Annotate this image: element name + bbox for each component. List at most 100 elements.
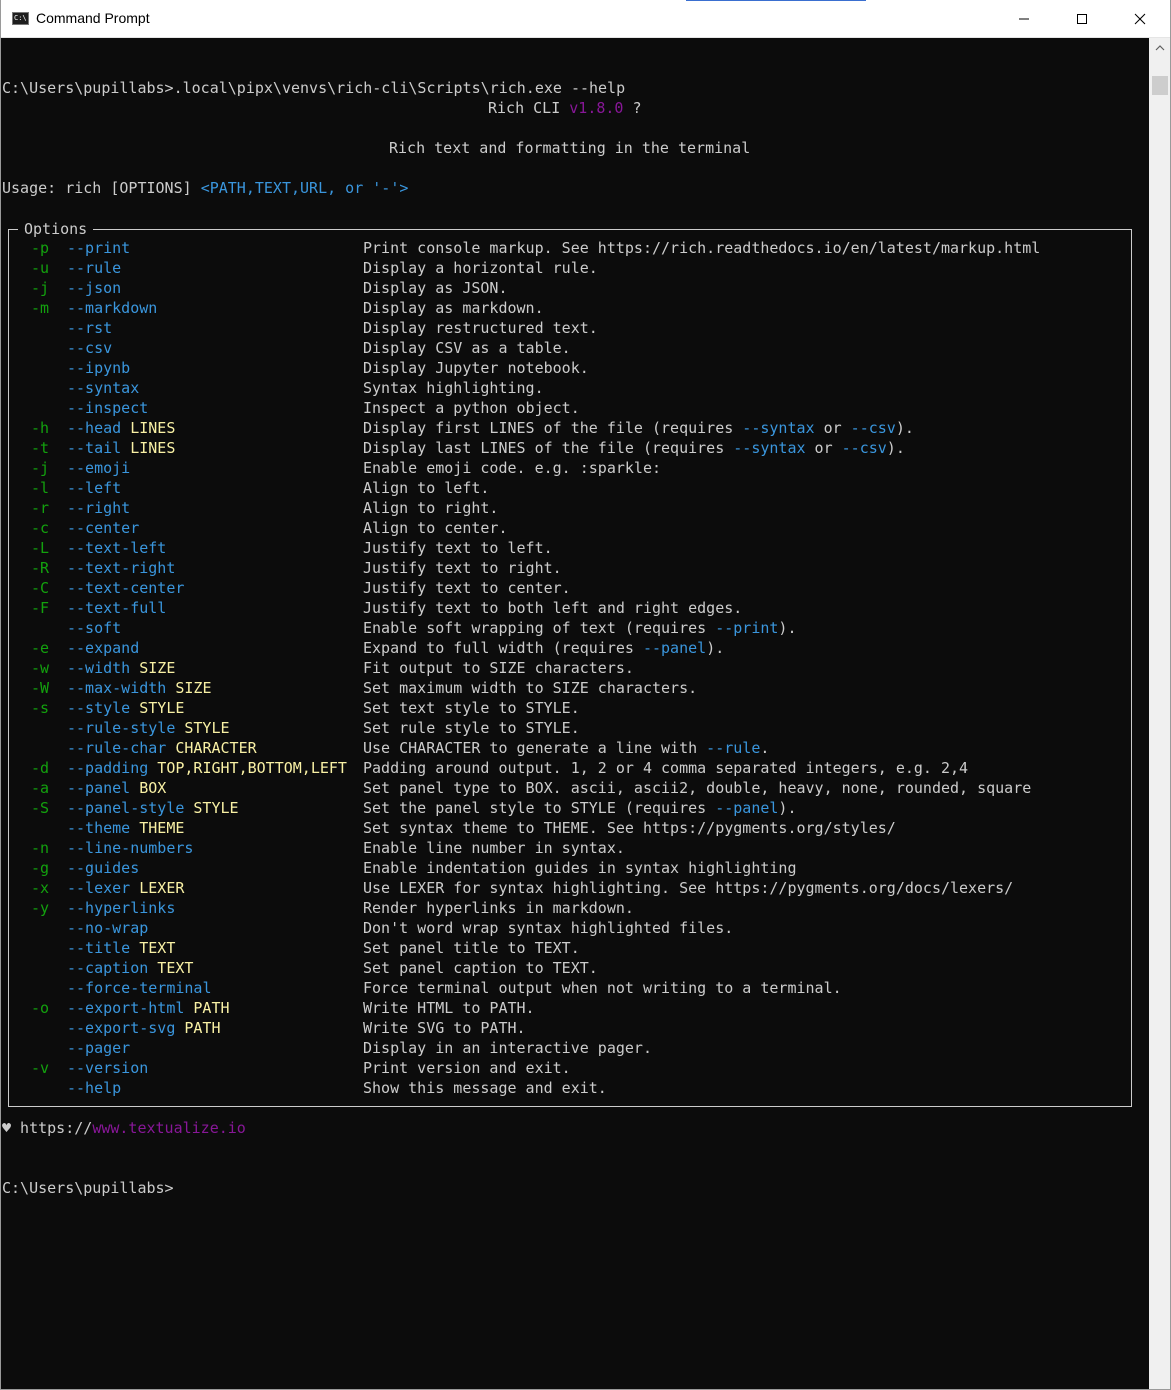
option-description: Set panel title to TEXT. [363, 939, 580, 957]
option-metavar: STYLE [139, 699, 185, 717]
option-description: Don't word wrap syntax highlighted files… [363, 919, 734, 937]
option-row: --force-terminal Force terminal output wh… [2, 978, 1142, 998]
option-metavar: BOX [139, 779, 167, 797]
option-row: --ipynb Display Jupyter notebook. [2, 358, 1142, 378]
option-metavar: TEXT [157, 959, 194, 977]
option-long-flag: --expand [67, 639, 140, 657]
option-long-flag: --export-html [67, 999, 185, 1017]
option-row: -s --style STYLE Set text style to STYLE. [2, 698, 1142, 718]
options-title: Options [18, 219, 94, 239]
option-row: -C --text-center Justify text to center. [2, 578, 1142, 598]
option-metavar: SIZE [139, 659, 176, 677]
option-long-flag: --json [67, 279, 122, 297]
option-row: --rule-char CHARACTER Use CHARACTER to gen… [2, 738, 1142, 758]
option-row: --inspect Inspect a python object. [2, 398, 1142, 418]
option-description: Display in an interactive pager. [363, 1039, 652, 1057]
option-short-flag: -n [31, 839, 50, 857]
option-description: Set panel type to BOX. ascii, ascii2, do… [363, 779, 1032, 797]
option-long-flag: --syntax [67, 379, 140, 397]
option-row: -y --hyperlinks Render hyperlinks in markd… [2, 898, 1142, 918]
option-row: -a --panel BOX Set panel type to BOX. ascii… [2, 778, 1142, 798]
option-short-flag: -e [31, 639, 50, 657]
option-row: --rule-style STYLE Set rule style to STYLE… [2, 718, 1142, 738]
option-description: Show this message and exit. [363, 1079, 607, 1097]
option-short-flag: -l [31, 479, 50, 497]
option-short-flag: -h [31, 419, 50, 437]
option-short-flag: -L [31, 539, 50, 557]
option-description: Set panel caption to TEXT. [363, 959, 598, 977]
option-row: --syntax Syntax highlighting. [2, 378, 1142, 398]
option-description: Enable line number in syntax. [363, 839, 625, 857]
option-description: Print version and exit. [363, 1059, 571, 1077]
title-bar-accent [686, 0, 866, 1]
usage-line: Usage: rich [OPTIONS] <PATH,TEXT,URL, or… [2, 178, 408, 198]
header-glyph: ? [623, 99, 642, 117]
option-row: --title TEXT Set panel title to TEXT. [2, 938, 1142, 958]
option-reference: --csv [841, 439, 887, 457]
option-description: Render hyperlinks in markdown. [363, 899, 634, 917]
option-long-flag: --text-right [67, 559, 176, 577]
option-long-flag: --guides [67, 859, 140, 877]
option-short-flag: -w [31, 659, 50, 677]
heart-icon: ♥ [2, 1119, 12, 1137]
option-description: Enable emoji code. e.g. :sparkle: [363, 459, 662, 477]
option-long-flag: --ipynb [67, 359, 131, 377]
option-short-flag: -j [31, 459, 50, 477]
option-long-flag: --lexer [67, 879, 131, 897]
cmd-icon[interactable]: C:\ [12, 12, 29, 25]
terminal-output[interactable]: C:\Users\pupillabs>.local\pipx\venvs\ric… [2, 38, 1148, 1389]
option-short-flag: -p [31, 239, 50, 257]
option-description: Set text style to STYLE. [363, 699, 580, 717]
option-row: -x --lexer LEXER Use LEXER for syntax highl… [2, 878, 1142, 898]
option-long-flag: --rule-char [67, 739, 167, 757]
header-version: v1.8.0 [569, 99, 624, 117]
option-row: -t --tail LINES Display last LINES of the f… [2, 438, 1142, 458]
option-long-flag: --force-terminal [67, 979, 212, 997]
title-bar[interactable]: C:\ Command Prompt [1, 0, 1170, 38]
option-long-flag: --markdown [67, 299, 158, 317]
option-row: -e --expand Expand to full width (requires… [2, 638, 1142, 658]
option-long-flag: --text-center [67, 579, 185, 597]
option-description: Align to right. [363, 499, 499, 517]
option-row: -R --text-right Justify text to right. [2, 558, 1142, 578]
rich-cli-header: Rich CLI v1.8.0 ? [488, 98, 642, 118]
option-description: Fit output to SIZE characters. [363, 659, 634, 677]
option-long-flag: --csv [67, 339, 113, 357]
vertical-scrollbar[interactable] [1149, 38, 1170, 1389]
option-row: --pager Display in an interactive pager. [2, 1038, 1142, 1058]
option-short-flag: -x [31, 879, 50, 897]
option-long-flag: --line-numbers [67, 839, 194, 857]
minimize-icon [1019, 18, 1029, 19]
option-description: Set the panel style to STYLE (requires -… [363, 799, 797, 817]
option-row: --export-svg PATH Write SVG to PATH. [2, 1018, 1142, 1038]
option-row: -o --export-html PATH Write HTML to PATH. [2, 998, 1142, 1018]
option-description: Syntax highlighting. [363, 379, 544, 397]
prompt-line[interactable]: C:\Users\pupillabs> [2, 1178, 174, 1198]
option-reference: --panel [715, 799, 779, 817]
option-metavar: STYLE [193, 799, 239, 817]
option-short-flag: -R [31, 559, 50, 577]
textualize-link[interactable]: www.textualize.io [92, 1119, 246, 1137]
option-description: Display as markdown. [363, 299, 544, 317]
maximize-icon [1077, 13, 1087, 24]
scroll-up-button[interactable] [1149, 38, 1170, 58]
option-description: Display CSV as a table. [363, 339, 571, 357]
option-long-flag: --print [67, 239, 131, 257]
scrollbar-thumb[interactable] [1152, 76, 1168, 95]
option-row: --no-wrap Don't word wrap syntax highligh… [2, 918, 1142, 938]
maximize-button[interactable] [1053, 0, 1111, 37]
option-description: Inspect a python object. [363, 399, 580, 417]
option-short-flag: -j [31, 279, 50, 297]
close-button[interactable] [1111, 0, 1169, 37]
option-short-flag: -o [31, 999, 50, 1017]
minimize-button[interactable] [995, 0, 1053, 37]
option-description: Display Jupyter notebook. [363, 359, 589, 377]
option-row: -W --max-width SIZE Set maximum width to SI… [2, 678, 1142, 698]
option-description: Justify text to center. [363, 579, 571, 597]
option-description: Justify text to both left and right edge… [363, 599, 743, 617]
option-long-flag: --theme [67, 819, 131, 837]
option-row: --csv Display CSV as a table. [2, 338, 1142, 358]
option-row: -g --guides Enable indentation guides in s… [2, 858, 1142, 878]
option-description: Write SVG to PATH. [363, 1019, 526, 1037]
option-long-flag: --max-width [67, 679, 167, 697]
